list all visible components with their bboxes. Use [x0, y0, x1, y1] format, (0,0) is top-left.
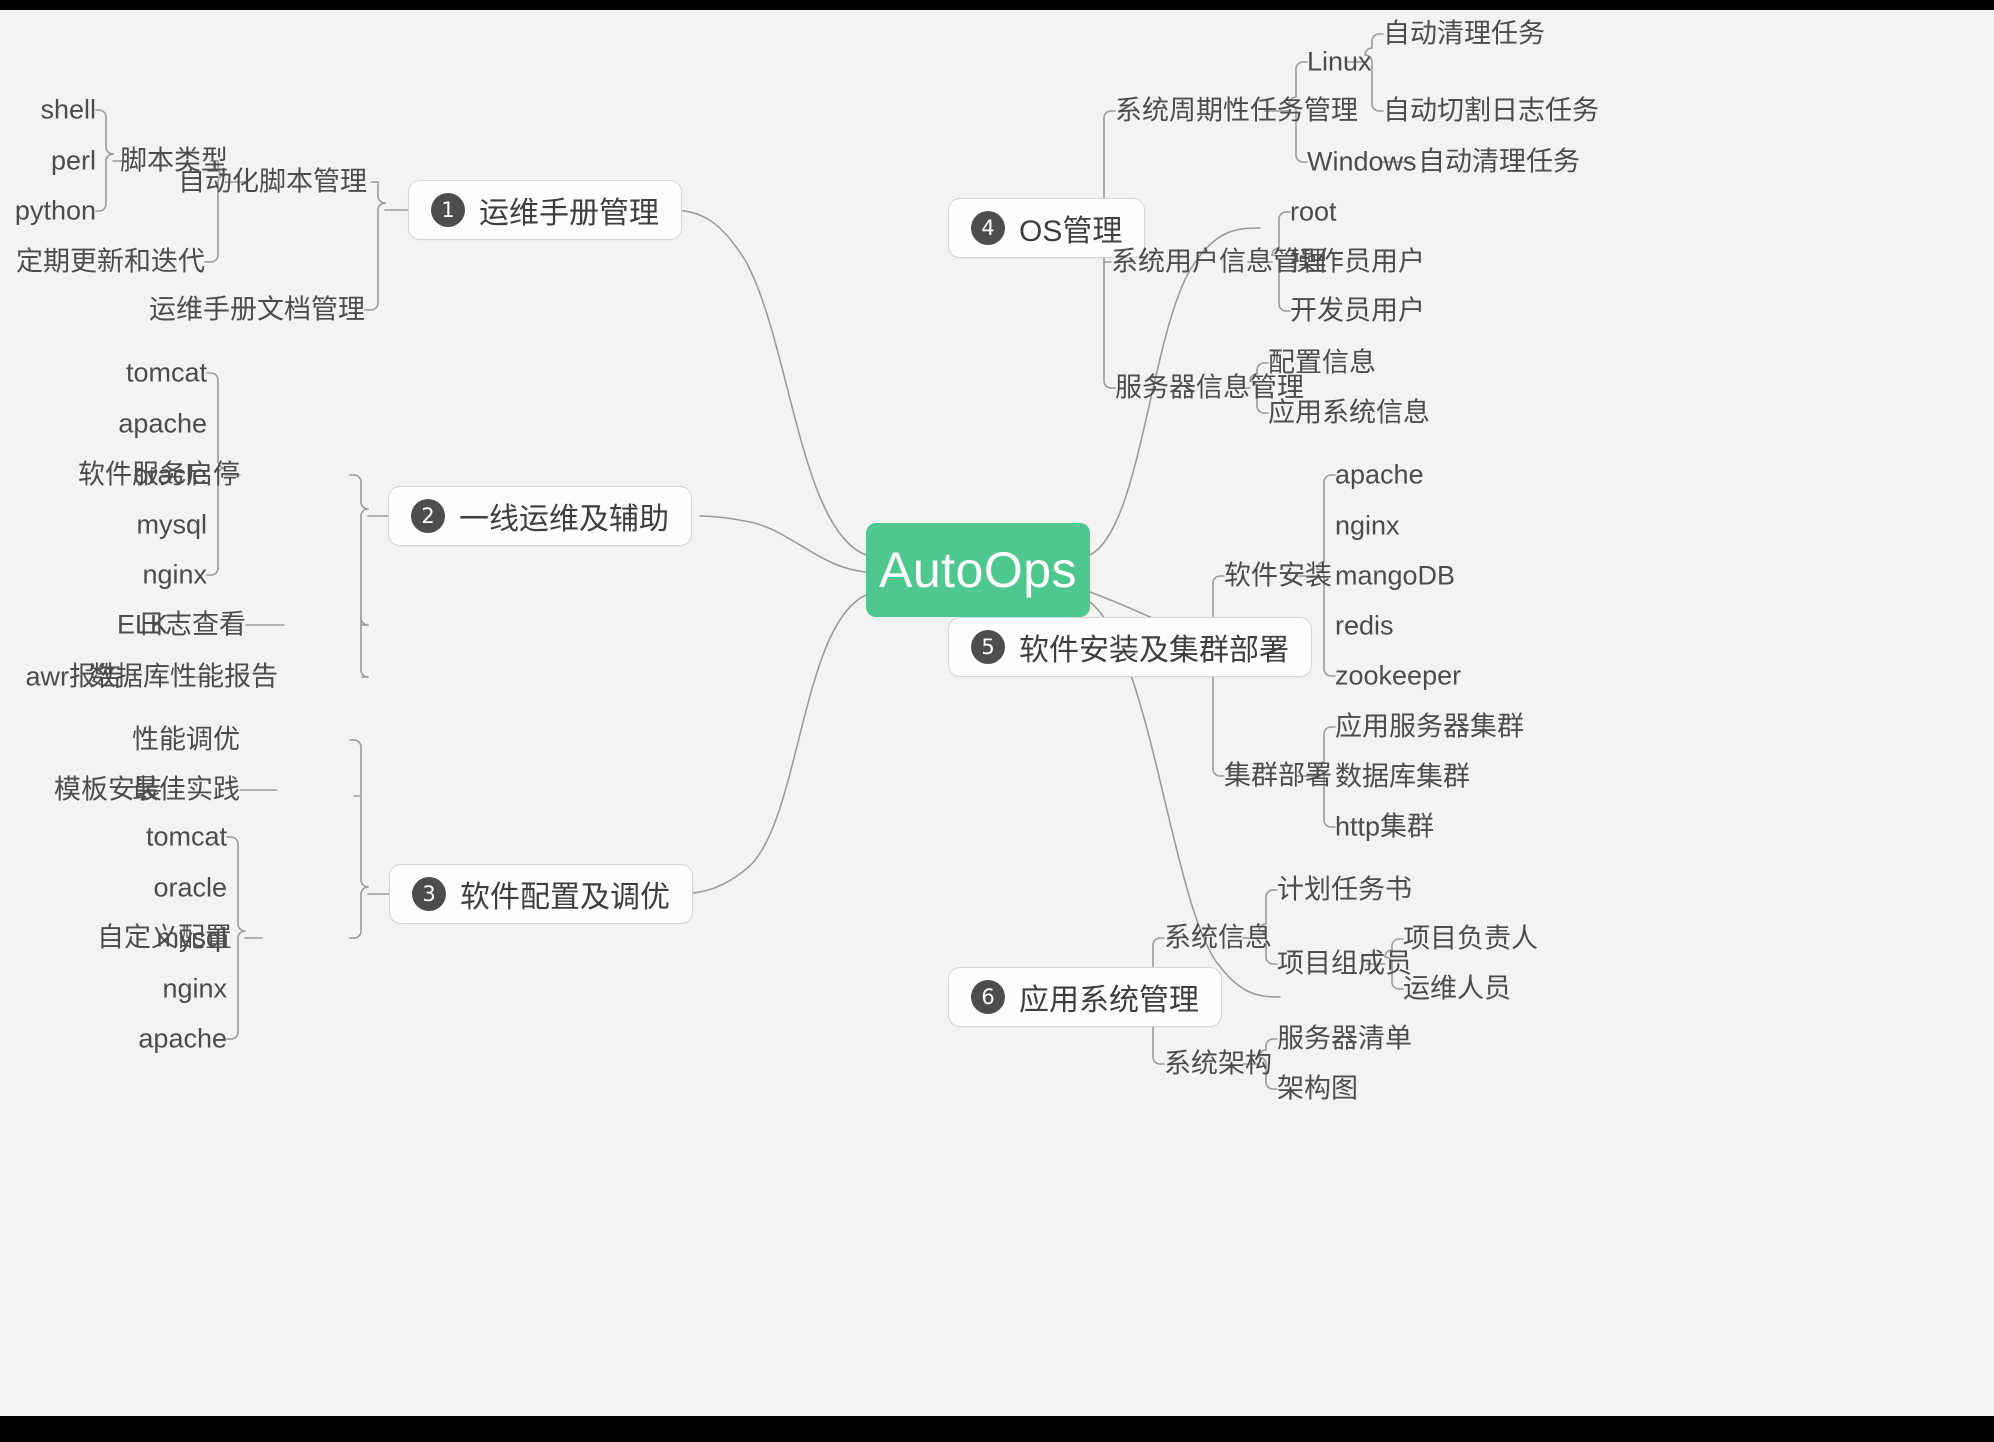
node-config-info[interactable]: 配置信息	[1268, 349, 1376, 377]
node-project-owner[interactable]: 项目负责人	[1403, 925, 1538, 953]
node-app-server-cluster[interactable]: 应用服务器集群	[1335, 713, 1524, 741]
branch-badge-5: 5	[971, 630, 1005, 664]
node-svc-apache[interactable]: apache	[118, 410, 207, 438]
node-svc-tomcat[interactable]: tomcat	[126, 359, 207, 387]
node-install-zookeeper[interactable]: zookeeper	[1335, 662, 1461, 690]
node-cfg-tomcat[interactable]: tomcat	[146, 823, 227, 851]
branch-badge-1: 1	[431, 193, 465, 227]
branch-badge-3: 3	[412, 877, 446, 911]
node-python[interactable]: python	[15, 197, 96, 225]
node-user-root[interactable]: root	[1290, 198, 1337, 226]
root-label: AutoOps	[878, 542, 1078, 598]
node-cfg-apache[interactable]: apache	[138, 1025, 227, 1053]
branch-badge-4: 4	[971, 211, 1005, 245]
node-cfg-oracle[interactable]: oracle	[153, 874, 227, 902]
node-db-cluster[interactable]: 数据库集群	[1335, 763, 1470, 791]
branch-label-4: OS管理	[1019, 215, 1123, 248]
node-system-architecture[interactable]: 系统架构	[1164, 1050, 1272, 1078]
branch-badge-2: 2	[411, 499, 445, 533]
node-cfg-mysql[interactable]: mysql	[156, 924, 227, 952]
branch-badge-6: 6	[971, 980, 1005, 1014]
node-svc-mysql[interactable]: mysql	[136, 511, 207, 539]
node-shell[interactable]: shell	[40, 96, 96, 124]
node-script-type[interactable]: 脚本类型	[120, 147, 228, 175]
branch-label-2: 一线运维及辅助	[459, 503, 669, 536]
node-install-nginx[interactable]: nginx	[1335, 512, 1400, 540]
node-template-install[interactable]: 模板安装	[54, 776, 162, 804]
node-user-operator[interactable]: 操作员用户	[1290, 248, 1425, 276]
node-cluster-deploy[interactable]: 集群部署	[1224, 762, 1332, 790]
node-system-info[interactable]: 系统信息	[1164, 924, 1272, 952]
node-perf-tuning[interactable]: 性能调优	[132, 726, 240, 754]
branch-label-6: 应用系统管理	[1019, 984, 1199, 1017]
node-perl[interactable]: perl	[51, 147, 96, 175]
node-user-developer[interactable]: 开发员用户	[1290, 297, 1425, 325]
mindmap-canvas: AutoOps 1 运维手册管理 2 一线运维及辅助 3 软件配置及调优 4 O…	[0, 10, 1994, 1416]
node-cfg-nginx[interactable]: nginx	[162, 975, 227, 1003]
node-ops-manual-doc-mgmt[interactable]: 运维手册文档管理	[149, 296, 365, 324]
node-install-redis[interactable]: redis	[1335, 612, 1394, 640]
branch-node-5[interactable]: 5 软件安装及集群部署	[948, 617, 1312, 677]
branch-label-3: 软件配置及调优	[460, 881, 670, 914]
node-svc-oracle[interactable]: oracle	[133, 461, 207, 489]
node-periodic-task-mgmt[interactable]: 系统周期性任务管理	[1115, 97, 1358, 125]
branch-label-5: 软件安装及集群部署	[1019, 634, 1289, 667]
branch-label-1: 运维手册管理	[479, 197, 659, 230]
node-svc-nginx[interactable]: nginx	[142, 561, 207, 589]
node-linux-auto-log-rotate-task[interactable]: 自动切割日志任务	[1383, 97, 1599, 125]
node-windows-auto-clean-task[interactable]: 自动清理任务	[1418, 148, 1580, 176]
root-node[interactable]: AutoOps	[866, 523, 1090, 617]
node-install-mangodb[interactable]: mangoDB	[1335, 562, 1455, 590]
node-project-team-member[interactable]: 项目组成员	[1277, 950, 1412, 978]
node-periodic-update-iteration[interactable]: 定期更新和迭代	[16, 248, 205, 276]
node-http-cluster[interactable]: http集群	[1335, 813, 1434, 841]
node-elk[interactable]: ELK	[117, 611, 168, 639]
branch-node-6[interactable]: 6 应用系统管理	[948, 967, 1222, 1027]
node-linux[interactable]: Linux	[1307, 48, 1372, 76]
node-install-apache[interactable]: apache	[1335, 461, 1424, 489]
node-architecture-diagram[interactable]: 架构图	[1277, 1075, 1358, 1103]
node-app-system-info[interactable]: 应用系统信息	[1268, 399, 1430, 427]
node-ops-staff[interactable]: 运维人员	[1403, 975, 1511, 1003]
branch-node-1[interactable]: 1 运维手册管理	[408, 180, 682, 240]
branch-node-2[interactable]: 2 一线运维及辅助	[388, 486, 692, 546]
node-linux-auto-clean-task[interactable]: 自动清理任务	[1383, 20, 1545, 48]
node-windows[interactable]: Windows	[1307, 148, 1417, 176]
node-server-list[interactable]: 服务器清单	[1277, 1025, 1412, 1053]
branch-node-3[interactable]: 3 软件配置及调优	[389, 864, 693, 924]
node-plan-task-book[interactable]: 计划任务书	[1277, 876, 1412, 904]
node-awr-report[interactable]: awr报告	[25, 663, 123, 691]
node-software-install[interactable]: 软件安装	[1224, 562, 1332, 590]
